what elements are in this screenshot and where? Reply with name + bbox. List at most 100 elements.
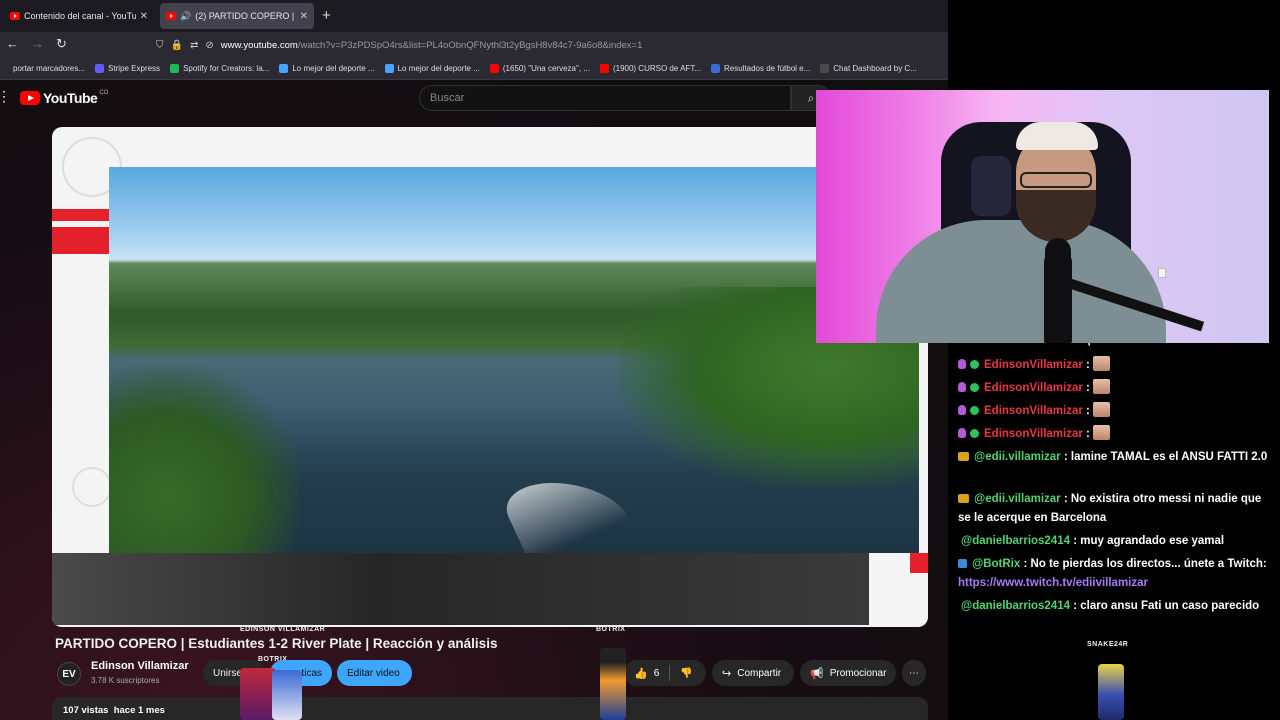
chat-message: EdinsonVillamizar : <box>958 402 1270 421</box>
like-button[interactable]: 👍 6 <box>624 660 669 686</box>
youtube-logo[interactable]: YouTube CO <box>20 90 108 106</box>
bookmark-label: Lo mejor del deporte ... <box>292 64 375 73</box>
tab-close-icon[interactable]: ✕ <box>140 11 148 22</box>
video-player[interactable] <box>52 127 928 627</box>
video-lower-bar <box>52 553 869 625</box>
new-tab-icon[interactable]: + <box>322 7 331 24</box>
search-input[interactable]: Buscar <box>419 85 791 111</box>
tab-video[interactable]: 🔊 (2) PARTIDO COPERO | Estu ✕ <box>160 3 314 29</box>
bookmark-item[interactable]: Chat Dashboard by C... <box>820 64 917 73</box>
bookmark-label: Lo mejor del deporte ... <box>397 64 480 73</box>
youtube-favicon-icon <box>166 12 176 20</box>
overlay-name-streamer: EDINSON VILLAMIZAR <box>240 626 326 633</box>
bookmark-label: Chat Dashboard by C... <box>833 64 917 73</box>
more-icon: ⋯ <box>909 667 919 679</box>
dislike-button[interactable]: 👎 <box>670 660 702 686</box>
bookmark-favicon-icon <box>489 64 499 73</box>
bookmark-item[interactable]: Stripe Express <box>95 64 160 73</box>
youtube-play-icon <box>20 91 40 105</box>
jungle-left <box>109 367 299 553</box>
overlay-name-bot: BOTRIX <box>596 626 626 633</box>
chat-username[interactable]: @BotRix <box>972 558 1020 570</box>
broadcaster-mic-icon <box>958 359 966 369</box>
wall-outlet <box>1158 268 1166 278</box>
chat-username[interactable]: @danielbarrios2414 <box>961 535 1070 547</box>
tab-label: (2) PARTIDO COPERO | Estu <box>195 11 295 21</box>
shield-icon[interactable]: ⛉ <box>156 40 164 51</box>
tab-label: Contenido del canal - YouTube <box>24 11 136 21</box>
bookmark-favicon-icon <box>170 64 180 73</box>
tab-close-icon[interactable]: ✕ <box>300 11 308 22</box>
search-placeholder: Buscar <box>430 92 465 104</box>
edit-video-button[interactable]: Editar video <box>337 660 412 686</box>
verified-icon <box>970 383 979 392</box>
bookmark-item[interactable]: (1650) "Una cerveza", ... <box>489 64 590 73</box>
views-and-date: 107 vistas hace 1 mes <box>63 705 165 716</box>
bookmarks-bar: portar marcadores... Stripe Express Spotif… <box>0 58 948 80</box>
chat-username[interactable]: @danielbarrios2414 <box>961 600 1070 612</box>
verified-icon <box>970 406 979 415</box>
subscriber-count: 3.78 K suscriptores <box>91 676 160 685</box>
back-icon[interactable]: ← <box>6 36 19 51</box>
bookmark-favicon-icon <box>710 64 720 73</box>
boat-wake <box>492 483 646 553</box>
mute-icon[interactable]: ⊘ <box>205 40 213 51</box>
chat-username[interactable]: @edii.villamizar <box>974 451 1061 463</box>
megaphone-icon: 📢 <box>810 667 824 680</box>
emote-icon <box>1093 402 1111 417</box>
share-icon: ↪ <box>722 667 732 680</box>
permissions-icon[interactable]: ⇄ <box>190 40 198 51</box>
wrench-badge-icon <box>958 559 967 568</box>
character-sprite <box>240 668 276 720</box>
thumbs-up-icon: 👍 <box>634 667 648 680</box>
chat-text: muy agrandado ese yamal <box>1080 535 1225 547</box>
navigation-bar: ← → ↻ ⛉ 🔒 ⇄ ⊘ www.youtube.com/watch?v=P3… <box>0 32 948 58</box>
chat-username[interactable]: EdinsonVillamizar <box>984 428 1083 440</box>
youtube-wordmark: YouTube <box>43 90 98 106</box>
chat-username[interactable]: EdinsonVillamizar <box>984 382 1083 394</box>
chat-username[interactable]: @edii.villamizar <box>974 493 1061 505</box>
bookmark-label: (1900) CURSO de AFT... <box>612 64 701 73</box>
character-sprite <box>1098 664 1124 720</box>
bookmark-label: Stripe Express <box>108 64 161 73</box>
emote-icon <box>1093 356 1111 371</box>
crown-badge-icon <box>958 494 969 503</box>
bookmark-item[interactable]: Spotify for Creators: la... <box>170 64 269 73</box>
reload-icon[interactable]: ↻ <box>56 36 67 52</box>
tab-channel-content[interactable]: Contenido del canal - YouTube ✕ <box>4 3 154 29</box>
speaker-icon[interactable]: 🔊 <box>180 11 191 22</box>
crown-badge-icon <box>958 452 969 461</box>
chat-message: @danielbarrios2414 : muy agrandado ese y… <box>961 535 1225 547</box>
like-count: 6 <box>653 667 660 679</box>
channel-avatar[interactable]: EV <box>57 662 81 686</box>
bookmark-favicon-icon <box>0 64 9 73</box>
join-label: Unirse <box>213 667 242 679</box>
channel-name[interactable]: Edinson Villamizar <box>91 660 189 672</box>
bookmark-item[interactable]: portar marcadores... <box>0 64 85 73</box>
chat-link[interactable]: https://www.twitch.tv/ediivillamizar <box>958 577 1148 589</box>
promote-button[interactable]: 📢 Promocionar <box>800 660 896 686</box>
lock-icon[interactable]: 🔒 <box>171 40 183 51</box>
chat-username[interactable]: EdinsonVillamizar <box>984 405 1083 417</box>
share-button[interactable]: ↪ Compartir <box>712 660 794 686</box>
bookmark-label: Spotify for Creators: la... <box>183 64 270 73</box>
bookmark-item[interactable]: Resultados de fútbol e... <box>710 64 810 73</box>
bookmark-label: portar marcadores... <box>13 64 86 73</box>
chat-message: @danielbarrios2414 : claro ansu Fati un … <box>961 600 1260 612</box>
broadcaster-mic-icon <box>958 382 966 392</box>
chat-username[interactable]: EdinsonVillamizar <box>984 359 1083 371</box>
bookmark-item[interactable]: (1900) CURSO de AFT... <box>599 64 701 73</box>
bookmark-item[interactable]: Lo mejor del deporte ... <box>384 64 480 73</box>
bookmark-item[interactable]: Lo mejor del deporte ... <box>279 64 375 73</box>
description-box[interactable]: 107 vistas hace 1 mes <box>52 697 928 720</box>
promote-label: Promocionar <box>829 667 887 679</box>
chat-message: EdinsonVillamizar : <box>958 356 1270 375</box>
more-actions-button[interactable]: ⋯ <box>902 660 926 686</box>
address-bar[interactable]: ⛉ 🔒 ⇄ ⊘ www.youtube.com/watch?v=P3zPDSpO… <box>156 35 948 55</box>
emote-icon <box>1093 379 1111 394</box>
bookmark-favicon-icon <box>384 64 394 73</box>
forward-icon[interactable]: → <box>31 36 44 51</box>
tab-strip: Contenido del canal - YouTube ✕ 🔊 (2) PA… <box>0 0 948 32</box>
screen: Contenido del canal - YouTube ✕ 🔊 (2) PA… <box>0 0 1280 720</box>
menu-icon[interactable]: ⋮ <box>0 88 11 105</box>
